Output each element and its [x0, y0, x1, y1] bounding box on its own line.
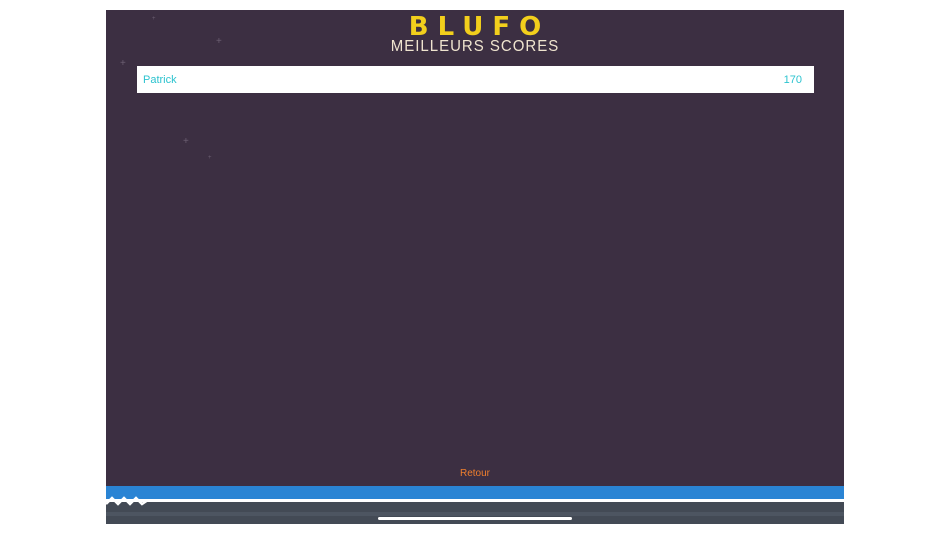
game-screen: + + + + + BLUFO MEILLEURS SCORES Patrick… [106, 10, 844, 524]
ground-water [106, 486, 844, 499]
player-name: Patrick [143, 73, 177, 86]
ground-band [106, 512, 844, 516]
wave-icon [106, 496, 149, 506]
player-score: 170 [783, 73, 802, 86]
score-row: Patrick 170 [137, 66, 814, 93]
home-indicator[interactable] [378, 517, 572, 520]
back-button[interactable]: Retour [106, 468, 844, 479]
star-icon: + [120, 58, 126, 69]
high-score-list: Patrick 170 [137, 66, 814, 93]
star-icon: + [208, 155, 212, 161]
page-title: MEILLEURS SCORES [390, 37, 560, 56]
star-icon: + [183, 136, 189, 147]
